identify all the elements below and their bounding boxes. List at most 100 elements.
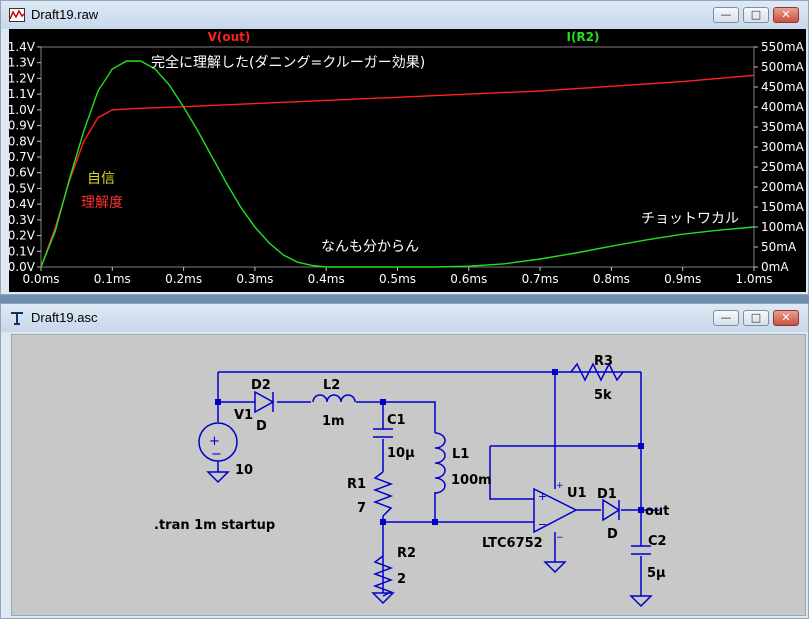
- c2-name[interactable]: C2: [648, 534, 667, 549]
- waveform-app-icon: [9, 8, 25, 22]
- annotation-understanding: 理解度: [81, 195, 123, 211]
- x-tick-label: 0.0ms: [22, 272, 59, 286]
- maximize-button[interactable]: □: [743, 310, 769, 326]
- r1-value[interactable]: 7: [357, 501, 366, 516]
- x-tick-label: 1.0ms: [735, 272, 772, 286]
- y-right-tick-label: 100mA: [761, 220, 805, 234]
- y-left-tick-label: 1.0V: [9, 103, 36, 117]
- annotation-confidence: 自信: [87, 171, 115, 187]
- y-left-tick-label: 0.9V: [9, 119, 36, 133]
- waveform-window-title: Draft19.raw: [31, 7, 99, 22]
- inductor-l2: [312, 394, 356, 403]
- out-net-label[interactable]: out: [645, 504, 669, 519]
- y-left-tick-label: 0.5V: [9, 181, 36, 195]
- y-left-tick-label: 0.2V: [9, 229, 36, 243]
- annotation-somewhat: チョットワカル: [641, 211, 739, 227]
- y-right-tick-label: 200mA: [761, 180, 805, 194]
- y-left-tick-label: 1.4V: [9, 40, 36, 54]
- resistor-r1: [372, 471, 394, 517]
- waveform-plot-pane[interactable]: 0.0ms 0.1ms 0.2ms 0.3ms 0.4ms 0.5ms 0.6ms 0.7ms…: [8, 29, 808, 294]
- schematic-drawing[interactable]: + − + − + − R3 5k D2 D V1 10 L2 1m C1 10…: [11, 334, 807, 617]
- ground-symbol: [206, 471, 230, 484]
- schematic-window-title: Draft19.asc: [31, 310, 98, 325]
- minimize-button[interactable]: —: [713, 310, 739, 326]
- x-tick-label: 0.1ms: [94, 272, 131, 286]
- annotation-dont-know: なんも分からん: [321, 239, 419, 255]
- y-left-tick-label: 0.3V: [9, 213, 36, 227]
- y-left-tick-label: 0.1V: [9, 244, 36, 258]
- x-tick-label: 0.5ms: [379, 272, 416, 286]
- d1-name[interactable]: D1: [597, 487, 617, 502]
- svg-text:−: −: [211, 447, 222, 462]
- y-left-tick-label: 1.2V: [9, 71, 36, 85]
- waveform-chart[interactable]: 0.0ms 0.1ms 0.2ms 0.3ms 0.4ms 0.5ms 0.6ms 0.7ms…: [8, 29, 808, 294]
- trace-name-label: V(out): [208, 30, 251, 44]
- close-button[interactable]: ✕: [773, 7, 799, 23]
- wire: [489, 446, 534, 500]
- x-tick-label: 0.2ms: [165, 272, 202, 286]
- x-tick-label: 0.4ms: [308, 272, 345, 286]
- y-right-tick-label: 550mA: [761, 40, 805, 54]
- capacitor-c1: [373, 428, 393, 438]
- schematic-window: Draft19.asc — □ ✕ + − + − + − R3 5k D2 D…: [0, 303, 809, 619]
- y-left-tick-label: 1.1V: [9, 87, 36, 101]
- svg-text:−: −: [538, 518, 547, 531]
- svg-text:+: +: [538, 490, 547, 503]
- r2-name[interactable]: R2: [397, 546, 416, 561]
- maximize-button[interactable]: □: [743, 7, 769, 23]
- c1-value[interactable]: 10μ: [387, 446, 415, 461]
- d2-value[interactable]: D: [256, 419, 267, 434]
- u1-value[interactable]: LTC6752: [482, 536, 543, 551]
- plot-frame: [40, 46, 755, 268]
- x-tick-label: 0.9ms: [664, 272, 701, 286]
- y-left-tick-label: 0.4V: [9, 197, 36, 211]
- y-right-tick-label: 350mA: [761, 120, 805, 134]
- y-left-tick-label: 0.8V: [9, 134, 36, 148]
- trace-name-label: I(R2): [566, 30, 599, 44]
- u1-name[interactable]: U1: [567, 486, 587, 501]
- y-right-tick-label: 300mA: [761, 140, 805, 154]
- l2-name[interactable]: L2: [323, 378, 340, 393]
- schematic-titlebar[interactable]: Draft19.asc — □ ✕: [1, 304, 808, 332]
- x-tick-label: 0.3ms: [236, 272, 273, 286]
- l1-name[interactable]: L1: [452, 447, 469, 462]
- annotation-title-text: 完全に理解した(ダニング=クルーガー効果): [151, 54, 425, 71]
- l2-value[interactable]: 1m: [322, 414, 345, 429]
- r1-name[interactable]: R1: [347, 477, 366, 492]
- v1-name[interactable]: V1: [234, 408, 253, 423]
- x-tick-label: 0.8ms: [593, 272, 630, 286]
- svg-text:+: +: [556, 481, 564, 491]
- y-right-tick-label: 50mA: [761, 240, 797, 254]
- minimize-button[interactable]: —: [713, 7, 739, 23]
- y-left-tick-label: 1.3V: [9, 56, 36, 70]
- r2-value[interactable]: 2: [397, 572, 406, 587]
- spice-directive[interactable]: .tran 1m startup: [154, 518, 275, 533]
- d1-value[interactable]: D: [607, 527, 618, 542]
- schematic-canvas[interactable]: + − + − + − R3 5k D2 D V1 10 L2 1m C1 10…: [11, 334, 806, 616]
- c1-name[interactable]: C1: [387, 413, 406, 428]
- series-line-i-r2-: [40, 60, 755, 268]
- l1-value[interactable]: 100m: [451, 473, 492, 488]
- ground-symbol: [371, 592, 395, 605]
- close-button[interactable]: ✕: [773, 310, 799, 326]
- r3-name[interactable]: R3: [594, 354, 613, 369]
- c2-value[interactable]: 5μ: [647, 566, 666, 581]
- diode-d2: [254, 390, 275, 414]
- v1-value[interactable]: 10: [235, 463, 253, 478]
- diode-d1: [602, 498, 621, 522]
- y-left-tick-label: 0.7V: [9, 150, 36, 164]
- y-right-tick-label: 0mA: [761, 260, 789, 274]
- schematic-app-icon: [11, 312, 23, 325]
- svg-text:−: −: [556, 533, 564, 543]
- x-tick-label: 0.6ms: [450, 272, 487, 286]
- d2-name[interactable]: D2: [251, 378, 271, 393]
- ground-symbol: [543, 561, 567, 574]
- y-right-tick-label: 450mA: [761, 80, 805, 94]
- ground-symbol: [629, 595, 653, 608]
- y-right-tick-label: 400mA: [761, 100, 805, 114]
- waveform-titlebar[interactable]: Draft19.raw — □ ✕: [1, 1, 808, 29]
- r3-value[interactable]: 5k: [594, 388, 612, 403]
- y-left-tick-label: 0.6V: [9, 166, 36, 180]
- y-right-tick-label: 150mA: [761, 200, 805, 214]
- y-right-tick-label: 500mA: [761, 60, 805, 74]
